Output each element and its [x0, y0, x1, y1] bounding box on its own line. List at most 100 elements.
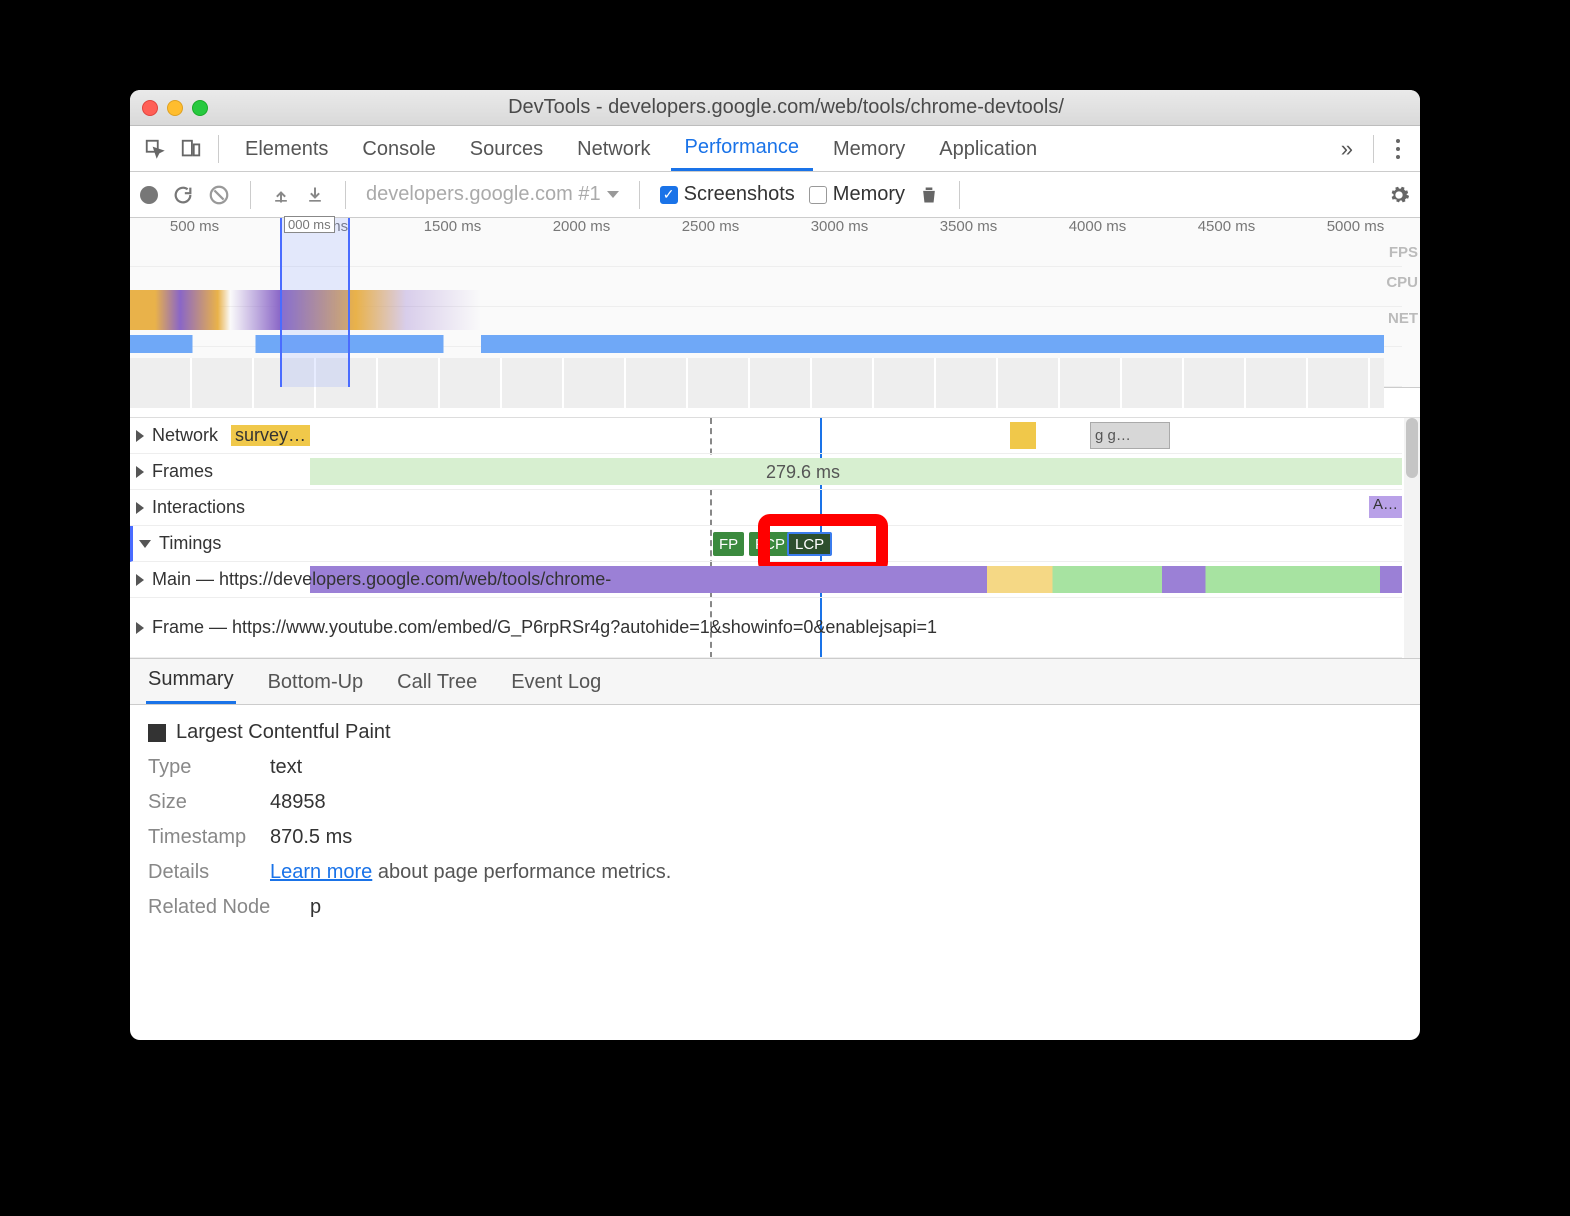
timing-lcp-marker[interactable]: LCP: [787, 532, 832, 556]
overview-net-label: NET: [1388, 310, 1418, 327]
frame-span[interactable]: [310, 458, 1402, 485]
track-frames-label: Frames: [152, 461, 213, 482]
overview-fps-label: FPS: [1389, 244, 1418, 261]
tab-console[interactable]: Console: [348, 128, 449, 170]
track-network-label: Network: [152, 425, 218, 446]
track-timings[interactable]: Timings FP FCP LCP: [130, 526, 1402, 562]
tab-memory[interactable]: Memory: [819, 128, 919, 170]
summary-timestamp-value: 870.5 ms: [270, 826, 352, 849]
separator: [1373, 135, 1374, 163]
separator: [639, 181, 640, 209]
summary-size-value: 48958: [270, 791, 326, 814]
checkbox-checked-icon: ✓: [660, 186, 678, 204]
summary-title: Largest Contentful Paint: [176, 721, 391, 744]
screenshots-label: Screenshots: [684, 183, 795, 206]
tab-call-tree[interactable]: Call Tree: [395, 661, 479, 704]
learn-more-link[interactable]: Learn more: [270, 861, 372, 883]
track-frame[interactable]: Frame — https://www.youtube.com/embed/G_…: [130, 598, 1402, 658]
devtools-window: DevTools - developers.google.com/web/too…: [130, 90, 1420, 1040]
screenshots-checkbox[interactable]: ✓ Screenshots: [660, 183, 795, 206]
memory-checkbox[interactable]: Memory: [809, 183, 905, 206]
vertical-scrollbar[interactable]: [1404, 418, 1420, 658]
interaction-block[interactable]: A…: [1369, 496, 1402, 518]
tab-network[interactable]: Network: [563, 128, 664, 170]
separator: [959, 181, 960, 209]
network-request-block[interactable]: survey…: [231, 425, 310, 446]
event-color-swatch: [148, 724, 166, 742]
expand-icon[interactable]: [136, 466, 144, 478]
overview-tick: 2000 ms: [517, 218, 646, 240]
tab-event-log[interactable]: Event Log: [509, 661, 603, 704]
network-request-block[interactable]: g g…: [1090, 422, 1170, 449]
summary-pane: Largest Contentful Paint Type text Size …: [130, 705, 1420, 1040]
recording-dropdown[interactable]: developers.google.com #1: [366, 183, 619, 206]
overview-tick: 4000 ms: [1033, 218, 1162, 240]
timing-fp-marker[interactable]: FP: [713, 532, 744, 556]
separator: [250, 181, 251, 209]
timing-fcp-marker[interactable]: FCP: [749, 532, 791, 556]
summary-related-value[interactable]: p: [310, 896, 321, 919]
overview-tick: 5000 ms: [1291, 218, 1420, 240]
capture-settings-icon[interactable]: [1388, 184, 1410, 206]
expand-icon[interactable]: [136, 622, 144, 634]
chevron-down-icon: [607, 191, 619, 198]
frame-duration: 279.6 ms: [766, 462, 840, 483]
overview-selection-window[interactable]: 000 ms: [280, 218, 350, 387]
separator: [345, 181, 346, 209]
devtools-tabstrip: Elements Console Sources Network Perform…: [130, 126, 1420, 172]
device-toggle-icon[interactable]: [176, 134, 206, 164]
collapse-icon[interactable]: [139, 540, 151, 548]
overview-tick: 3500 ms: [904, 218, 1033, 240]
window-close-button[interactable]: [142, 100, 158, 116]
summary-details-tail: about page performance metrics.: [372, 861, 671, 883]
track-network[interactable]: Network survey… g g…: [130, 418, 1402, 454]
reload-record-button[interactable]: [172, 184, 194, 206]
tab-application[interactable]: Application: [925, 128, 1051, 170]
summary-details-label: Details: [148, 861, 258, 884]
summary-type-label: Type: [148, 756, 258, 779]
performance-toolbar: developers.google.com #1 ✓ Screenshots M…: [130, 172, 1420, 218]
overview-selection-label: 000 ms: [284, 216, 335, 233]
tab-performance[interactable]: Performance: [671, 126, 814, 171]
summary-row-timestamp: Timestamp 870.5 ms: [148, 826, 1402, 849]
summary-size-label: Size: [148, 791, 258, 814]
tab-elements[interactable]: Elements: [231, 128, 342, 170]
timeline-overview[interactable]: 500 ms 000 ms 1500 ms 2000 ms 2500 ms 30…: [130, 218, 1420, 388]
summary-timestamp-label: Timestamp: [148, 826, 258, 849]
tab-sources[interactable]: Sources: [456, 128, 557, 170]
overview-tick: 500 ms: [130, 218, 259, 240]
overview-tick: 3000 ms: [775, 218, 904, 240]
track-frames[interactable]: Frames 279.6 ms: [130, 454, 1402, 490]
load-profile-icon[interactable]: [271, 185, 291, 205]
network-request-block[interactable]: [1010, 422, 1036, 449]
expand-icon[interactable]: [136, 430, 144, 442]
expand-icon[interactable]: [136, 574, 144, 586]
separator: [218, 135, 219, 163]
summary-row-details: Details Learn more about page performanc…: [148, 861, 1402, 884]
summary-row-related-node: Related Node p: [148, 896, 1402, 919]
devtools-menu-icon[interactable]: [1386, 139, 1410, 159]
summary-row-type: Type text: [148, 756, 1402, 779]
checkbox-unchecked-icon: [809, 186, 827, 204]
track-frame-label: Frame — https://www.youtube.com/embed/G_…: [152, 617, 937, 638]
track-main[interactable]: Main — https://developers.google.com/web…: [130, 562, 1402, 598]
garbage-collect-icon[interactable]: [919, 184, 939, 206]
scrollbar-thumb[interactable]: [1406, 418, 1418, 478]
inspect-element-icon[interactable]: [140, 134, 170, 164]
save-profile-icon[interactable]: [305, 185, 325, 205]
details-tabstrip: Summary Bottom-Up Call Tree Event Log: [130, 659, 1420, 705]
tab-summary[interactable]: Summary: [146, 658, 236, 704]
flamechart-tracks[interactable]: Network survey… g g… Frames 279.6 ms Int…: [130, 418, 1420, 659]
record-button[interactable]: [140, 186, 158, 204]
more-tabs-icon[interactable]: »: [1333, 136, 1361, 162]
recording-dropdown-label: developers.google.com #1: [366, 183, 601, 206]
track-interactions[interactable]: Interactions A…: [130, 490, 1402, 526]
expand-icon[interactable]: [136, 502, 144, 514]
track-main-label: Main — https://developers.google.com/web…: [152, 569, 611, 590]
clear-button[interactable]: [208, 184, 230, 206]
memory-label: Memory: [833, 183, 905, 206]
window-titlebar: DevTools - developers.google.com/web/too…: [130, 90, 1420, 126]
overview-tick: 1500 ms: [388, 218, 517, 240]
overview-tick: 2500 ms: [646, 218, 775, 240]
tab-bottom-up[interactable]: Bottom-Up: [266, 661, 366, 704]
